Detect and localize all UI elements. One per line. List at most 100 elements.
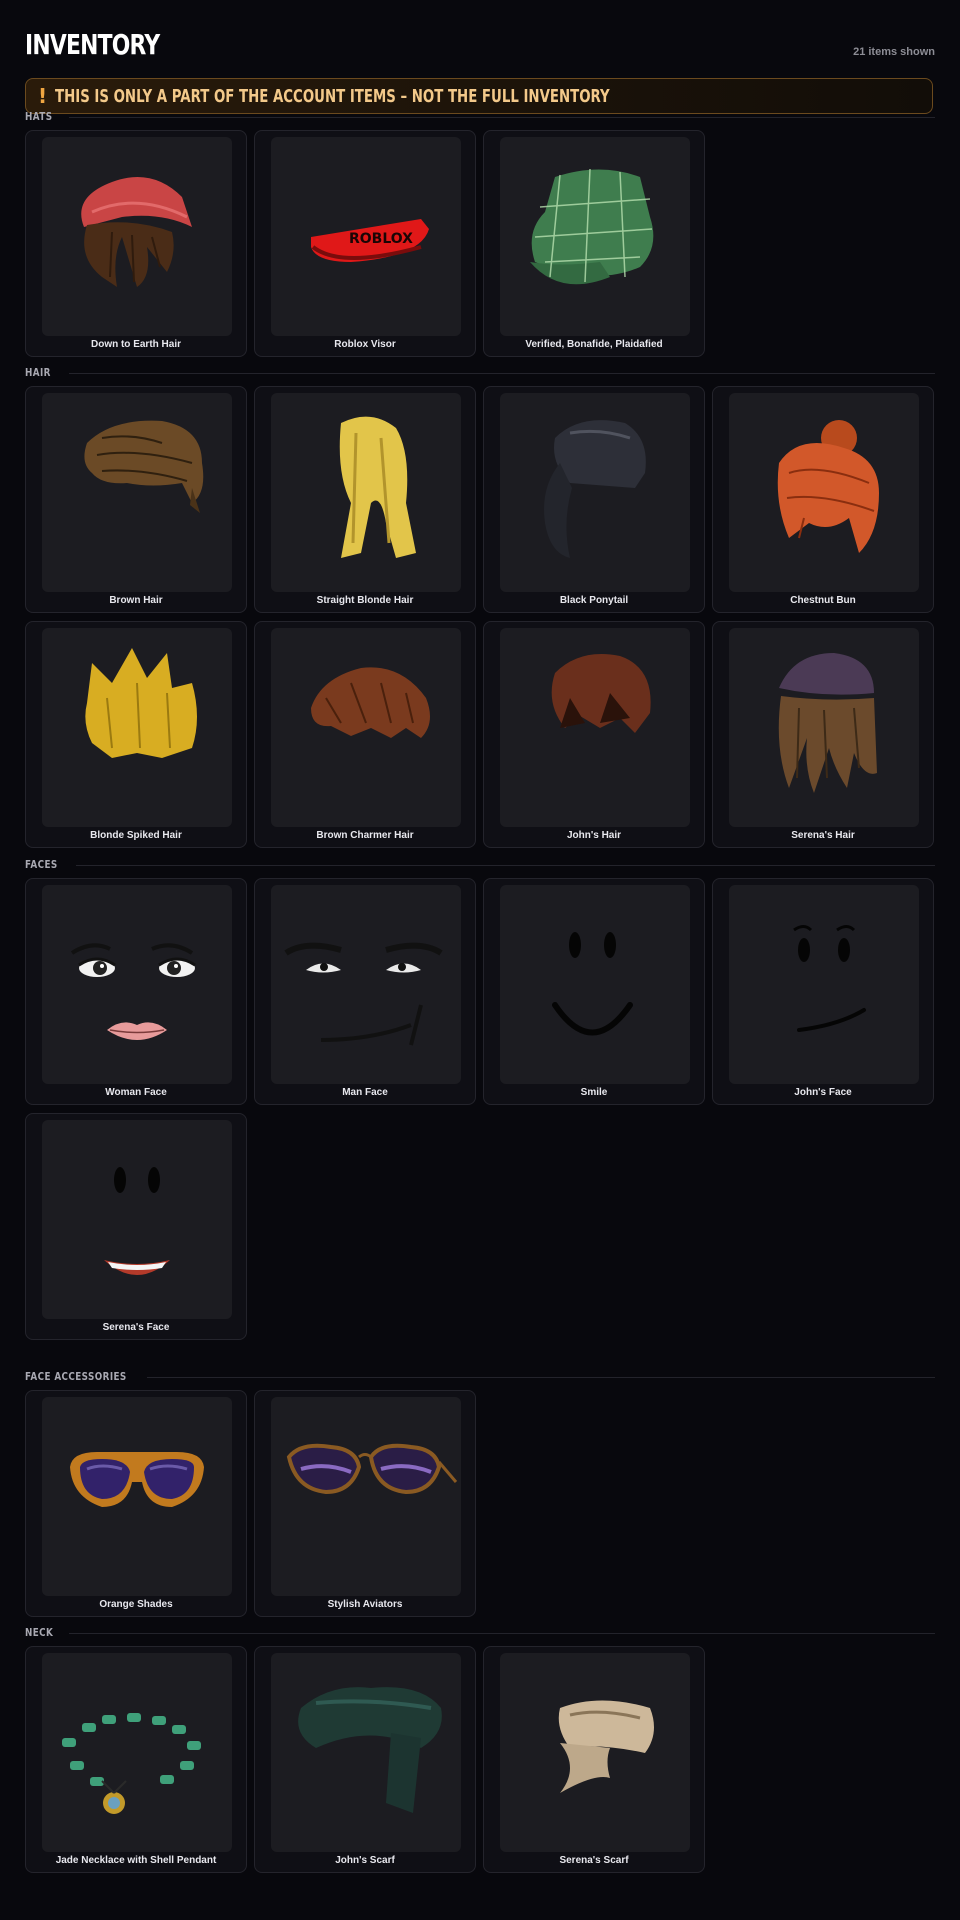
item-card[interactable]: Down to Earth Hair <box>25 130 247 357</box>
item-thumbnail <box>271 1653 461 1852</box>
visor-logo-text: ROBLOX <box>349 231 413 247</box>
item-thumbnail <box>42 393 232 592</box>
johns-face-icon <box>793 925 866 1032</box>
item-name: John's Hair <box>566 830 622 841</box>
exclamation-icon: ! <box>38 84 48 108</box>
item-thumbnail <box>42 1653 232 1852</box>
item-name: Verified, Bonafide, Plaidafied <box>525 339 663 350</box>
item-thumbnail <box>42 1120 232 1319</box>
item-card[interactable]: Orange Shades <box>25 1390 247 1617</box>
item-thumbnail <box>42 885 232 1084</box>
item-card[interactable]: Smile <box>483 878 705 1105</box>
blonde-hair-icon <box>339 416 416 558</box>
red-visor-icon: ROBLOX <box>311 219 429 262</box>
item-thumbnail <box>42 1397 232 1596</box>
item-name: Stylish Aviators <box>327 1599 403 1610</box>
item-card[interactable]: Brown Hair <box>25 386 247 613</box>
item-name: Serena's Scarf <box>559 1855 629 1866</box>
items-count: 21 items shown <box>853 46 935 58</box>
woman-face-icon <box>70 943 196 1040</box>
section-divider <box>147 1377 935 1378</box>
brown-charmer-hair-icon <box>311 667 430 738</box>
item-card[interactable]: ROBLOX Roblox Visor <box>254 130 476 357</box>
item-name: John's Face <box>794 1087 852 1098</box>
item-thumbnail <box>729 885 919 1084</box>
man-face-icon <box>284 942 443 1046</box>
item-thumbnail <box>271 885 461 1084</box>
item-name: John's Scarf <box>335 1855 395 1866</box>
chestnut-bun-icon <box>777 420 879 553</box>
page-title: INVENTORY <box>25 28 160 61</box>
item-thumbnail <box>271 393 461 592</box>
item-name: Orange Shades <box>99 1599 173 1610</box>
item-name: Blonde Spiked Hair <box>90 830 182 841</box>
item-name: Serena's Hair <box>791 830 855 841</box>
item-card[interactable]: John's Face <box>712 878 934 1105</box>
blonde-spiked-hair-icon <box>85 648 197 758</box>
black-ponytail-icon <box>544 420 646 558</box>
item-thumbnail <box>729 628 919 827</box>
green-plaid-cap-icon <box>530 168 654 285</box>
item-name: Jade Necklace with Shell Pendant <box>55 1855 217 1866</box>
item-thumbnail <box>500 393 690 592</box>
item-card[interactable]: John's Hair <box>483 621 705 848</box>
item-name: Brown Hair <box>109 595 163 606</box>
item-name: Man Face <box>342 1087 388 1098</box>
item-name: Down to Earth Hair <box>90 339 181 350</box>
item-thumbnail <box>42 628 232 827</box>
serenas-hair-icon <box>778 653 877 793</box>
item-card[interactable]: Stylish Aviators <box>254 1390 476 1617</box>
section-divider <box>75 865 935 866</box>
hair-with-red-beanie-icon <box>81 177 192 287</box>
item-name: Brown Charmer Hair <box>316 830 414 841</box>
item-thumbnail: ROBLOX <box>271 137 461 336</box>
item-card[interactable]: Black Ponytail <box>483 386 705 613</box>
orange-shades-icon <box>70 1452 204 1507</box>
item-name: Smile <box>580 1087 608 1098</box>
item-card[interactable]: Verified, Bonafide, Plaidafied <box>483 130 705 357</box>
smile-face-icon <box>552 932 633 1036</box>
item-card[interactable]: Chestnut Bun <box>712 386 934 613</box>
item-thumbnail <box>271 628 461 827</box>
section-divider <box>69 117 935 118</box>
item-card[interactable]: Serena's Scarf <box>483 1646 705 1873</box>
jade-necklace-icon <box>62 1713 201 1814</box>
section-label-hats: HATS <box>25 110 53 123</box>
item-thumbnail <box>500 628 690 827</box>
section-label-neck: NECK <box>25 1626 54 1639</box>
item-card[interactable]: John's Scarf <box>254 1646 476 1873</box>
item-name: Black Ponytail <box>559 595 629 606</box>
section-divider <box>69 373 935 374</box>
item-thumbnail <box>271 1397 461 1596</box>
item-card[interactable]: Jade Necklace with Shell Pendant <box>25 1646 247 1873</box>
section-label-faces: FACES <box>25 858 58 871</box>
brown-hair-icon <box>84 420 204 513</box>
item-thumbnail <box>500 1653 690 1852</box>
partial-inventory-warning: ! THIS IS ONLY A PART OF THE ACCOUNT ITE… <box>25 78 933 114</box>
item-card[interactable]: Serena's Hair <box>712 621 934 848</box>
item-name: Woman Face <box>105 1087 167 1098</box>
section-label-face-accessories: FACE ACCESSORIES <box>25 1370 127 1383</box>
item-name: Straight Blonde Hair <box>316 595 414 606</box>
johns-hair-icon <box>551 654 651 733</box>
item-card[interactable]: Man Face <box>254 878 476 1105</box>
item-card[interactable]: Straight Blonde Hair <box>254 386 476 613</box>
serenas-face-icon <box>104 1167 170 1275</box>
item-name: Chestnut Bun <box>790 595 856 606</box>
item-name: Serena's Face <box>102 1322 170 1333</box>
section-divider <box>69 1633 935 1634</box>
item-thumbnail <box>729 393 919 592</box>
beige-scarf-icon <box>558 1700 654 1793</box>
item-thumbnail <box>500 137 690 336</box>
item-card[interactable]: Blonde Spiked Hair <box>25 621 247 848</box>
aviator-sunglasses-icon <box>286 1443 458 1495</box>
item-name: Roblox Visor <box>334 339 396 350</box>
item-card[interactable]: Serena's Face <box>25 1113 247 1340</box>
item-card[interactable]: Woman Face <box>25 878 247 1105</box>
dark-green-scarf-icon <box>298 1687 442 1813</box>
item-thumbnail <box>42 137 232 336</box>
section-label-hair: HAIR <box>25 366 51 379</box>
warning-text: THIS IS ONLY A PART OF THE ACCOUNT ITEMS… <box>55 85 610 107</box>
item-card[interactable]: Brown Charmer Hair <box>254 621 476 848</box>
item-thumbnail <box>500 885 690 1084</box>
